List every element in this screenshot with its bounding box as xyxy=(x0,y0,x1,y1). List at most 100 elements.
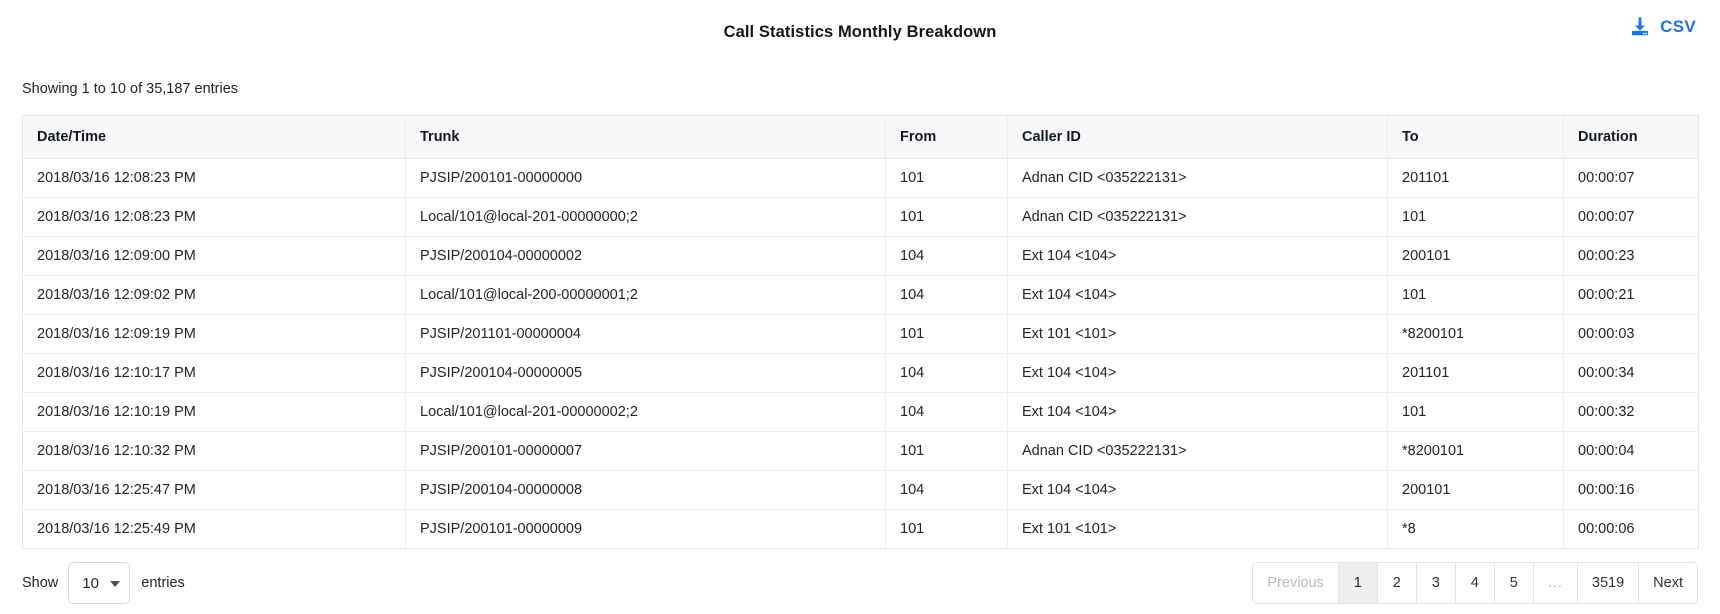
entries-per-page-select[interactable]: 10 xyxy=(68,562,131,604)
cell-datetime: 2018/03/16 12:09:19 PM xyxy=(22,314,406,354)
call-statistics-page: Call Statistics Monthly Breakdown CSV Sh… xyxy=(0,0,1720,614)
cell-caller-id: Ext 101 <101> xyxy=(1007,314,1388,354)
pagination-page-1[interactable]: 1 xyxy=(1338,563,1378,603)
cell-from: 104 xyxy=(885,392,1008,432)
cell-duration: 00:00:06 xyxy=(1578,521,1635,537)
cell-caller-id: Ext 104 <104> xyxy=(1007,392,1388,432)
export-csv-button[interactable]: CSV xyxy=(1629,16,1696,38)
pagination-page-5[interactable]: 5 xyxy=(1494,563,1534,603)
column-header-from[interactable]: From xyxy=(885,115,1008,159)
table-row[interactable]: 2018/03/16 12:25:49 PM PJSIP/200101-0000… xyxy=(22,509,1699,549)
cell-to: 101 xyxy=(1387,197,1564,237)
showing-entries-info: Showing 1 to 10 of 35,187 entries xyxy=(22,81,239,97)
cell-datetime: 2018/03/16 12:09:00 PM xyxy=(22,236,406,276)
cell-datetime: 2018/03/16 12:08:23 PM xyxy=(22,158,406,198)
cell-caller-id: Ext 104 <104> xyxy=(1007,353,1388,393)
cell-duration: 00:00:07 xyxy=(1563,158,1699,198)
table-row[interactable]: 2018/03/16 12:09:19 PM PJSIP/201101-0000… xyxy=(22,314,1699,354)
entries-label: entries xyxy=(141,575,185,591)
cell-datetime: 2018/03/16 12:25:47 PM xyxy=(22,470,406,510)
page-header: Call Statistics Monthly Breakdown CSV xyxy=(0,0,1720,64)
cell-duration: 00:00:23 xyxy=(1563,236,1699,276)
table-row[interactable]: 2018/03/16 12:10:17 PM PJSIP/200104-0000… xyxy=(22,353,1699,393)
cell-datetime: 2018/03/16 12:10:19 PM xyxy=(22,392,406,432)
cell-from: 101 xyxy=(885,314,1008,354)
pagination-ellipsis: ... xyxy=(1533,563,1578,603)
column-header-trunk[interactable]: Trunk xyxy=(405,115,886,159)
cell-from: 101 xyxy=(885,431,1008,471)
cell-caller-id: Ext 101 <101> xyxy=(1007,509,1388,549)
cell-duration: 00:00:03 xyxy=(1563,314,1699,354)
cell-datetime: 2018/03/16 12:25:49 PM xyxy=(22,509,406,549)
cell-caller-id: Ext 104 <104> xyxy=(1007,470,1388,510)
cell-to: 101 xyxy=(1387,275,1564,315)
pagination-page-2[interactable]: 2 xyxy=(1377,563,1417,603)
page-title: Call Statistics Monthly Breakdown xyxy=(723,22,997,41)
table-row[interactable]: 2018/03/16 12:25:47 PM PJSIP/200104-0000… xyxy=(22,470,1699,510)
cell-datetime: 2018/03/16 12:09:02 PM xyxy=(22,275,406,315)
table-header-row: Date/Time Trunk From Caller ID To Durati… xyxy=(22,115,1699,159)
table-row[interactable]: 2018/03/16 12:08:23 PM PJSIP/200101-0000… xyxy=(22,158,1699,198)
call-records-table: Date/Time Trunk From Caller ID To Durati… xyxy=(22,115,1699,549)
cell-caller-id: Ext 104 <104> xyxy=(1007,275,1388,315)
cell-duration: 00:00:07 xyxy=(1563,197,1699,237)
pagination-page-last[interactable]: 3519 xyxy=(1577,563,1640,603)
entries-length-control: Show 10 entries xyxy=(22,562,185,604)
pagination-page-4[interactable]: 4 xyxy=(1455,563,1495,603)
cell-from: 101 xyxy=(885,509,1008,549)
cell-trunk: Local/101@local-200-00000001;2 xyxy=(405,275,886,315)
pagination-next[interactable]: Next xyxy=(1639,563,1697,603)
cell-to: *8200101 xyxy=(1387,431,1564,471)
column-header-caller-id[interactable]: Caller ID xyxy=(1007,115,1388,159)
export-csv-label: CSV xyxy=(1660,17,1696,36)
table-row[interactable]: 2018/03/16 12:08:23 PM Local/101@local-2… xyxy=(22,197,1699,237)
cell-trunk: Local/101@local-201-00000000;2 xyxy=(405,197,886,237)
table-row[interactable]: 2018/03/16 12:09:00 PM PJSIP/200104-0000… xyxy=(22,236,1699,276)
cell-caller-id: Adnan CID <035222131> xyxy=(1007,431,1388,471)
cell-to: *8200101 xyxy=(1387,314,1564,354)
cell-trunk: PJSIP/200101-00000009 xyxy=(405,509,886,549)
cell-datetime: 2018/03/16 12:08:23 PM xyxy=(22,197,406,237)
column-header-to[interactable]: To xyxy=(1387,115,1564,159)
table-row[interactable]: 2018/03/16 12:10:19 PM Local/101@local-2… xyxy=(22,392,1699,432)
chevron-down-icon xyxy=(110,581,121,587)
column-header-datetime[interactable]: Date/Time xyxy=(22,115,406,159)
cell-from: 104 xyxy=(885,470,1008,510)
download-icon xyxy=(1629,16,1651,38)
cell-to: 101 xyxy=(1387,392,1564,432)
pagination-page-3[interactable]: 3 xyxy=(1416,563,1456,603)
cell-trunk: PJSIP/201101-00000004 xyxy=(405,314,886,354)
cell-duration: 00:00:16 xyxy=(1563,470,1699,510)
cell-from: 101 xyxy=(885,197,1008,237)
pagination-previous[interactable]: Previous xyxy=(1253,563,1339,603)
cell-to: 200101 xyxy=(1387,470,1564,510)
cell-trunk: Local/101@local-201-00000002;2 xyxy=(405,392,886,432)
cell-to: 201101 xyxy=(1387,353,1564,393)
cell-from: 104 xyxy=(885,275,1008,315)
cell-caller-id: Adnan CID <035222131> xyxy=(1007,197,1388,237)
cell-duration: 00:00:34 xyxy=(1563,353,1699,393)
table-footer: Show 10 entries Previous 1 2 3 4 5 ... 3… xyxy=(0,550,1720,614)
cell-trunk: PJSIP/200104-00000008 xyxy=(405,470,886,510)
pagination: Previous 1 2 3 4 5 ... 3519 Next xyxy=(1252,562,1698,604)
cell-duration: 00:00:21 xyxy=(1563,275,1699,315)
cell-caller-id: Ext 104 <104> xyxy=(1007,236,1388,276)
cell-from: 104 xyxy=(885,353,1008,393)
cell-duration: 00:00:32 xyxy=(1563,392,1699,432)
table-row[interactable]: 2018/03/16 12:10:32 PM PJSIP/200101-0000… xyxy=(22,431,1699,471)
column-header-duration[interactable]: Duration xyxy=(1563,115,1699,159)
show-label: Show xyxy=(22,575,59,591)
cell-trunk: PJSIP/200104-00000002 xyxy=(405,236,886,276)
cell-datetime: 2018/03/16 12:10:32 PM xyxy=(22,431,406,471)
table-body: 2018/03/16 12:08:23 PM PJSIP/200101-0000… xyxy=(22,158,1699,549)
cell-to: 201101 xyxy=(1387,158,1564,198)
cell-duration: 00:00:04 xyxy=(1563,431,1699,471)
cell-from: 101 xyxy=(885,158,1008,198)
cell-from: 104 xyxy=(885,236,1008,276)
call-records-table-container: Date/Time Trunk From Caller ID To Durati… xyxy=(22,115,1720,549)
cell-to: *8 xyxy=(1387,509,1564,549)
table-header: Date/Time Trunk From Caller ID To Durati… xyxy=(22,115,1699,159)
entries-per-page-value: 10 xyxy=(82,574,99,592)
cell-datetime: 2018/03/16 12:10:17 PM xyxy=(22,353,406,393)
table-row[interactable]: 2018/03/16 12:09:02 PM Local/101@local-2… xyxy=(22,275,1699,315)
